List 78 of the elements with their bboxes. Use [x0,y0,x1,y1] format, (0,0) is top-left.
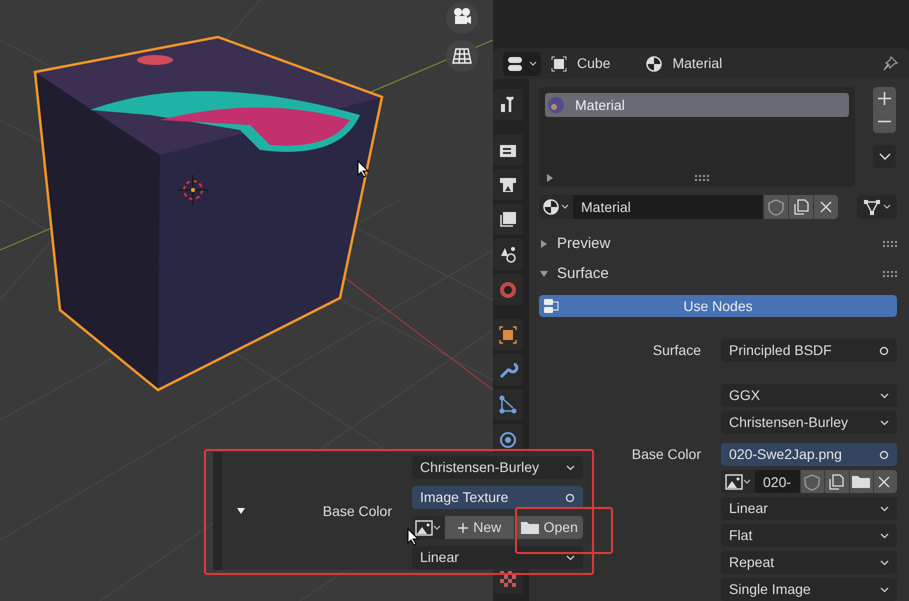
dropdown[interactable]: GGX [721,384,897,407]
material-icon [543,199,559,215]
socket-icon [879,346,889,356]
dropdown[interactable]: Single Image [721,578,897,601]
field-label: Base Color [322,502,392,520]
fake-user-button[interactable] [800,470,824,493]
open-button[interactable] [848,470,873,493]
chevron-icon [880,420,889,426]
breadcrumb[interactable]: Cube [577,53,610,74]
expand-triangle-icon[interactable] [545,173,555,183]
caret-icon [883,204,891,210]
dropdown[interactable]: Linear [721,497,897,520]
chevron-icon [878,152,890,160]
chevron-icon [566,464,575,470]
expand-triangle-icon[interactable] [539,239,549,249]
duplicate-icon [792,198,810,216]
field-label: Surface [652,341,701,360]
collapse-triangle-icon[interactable] [236,506,246,516]
dropdown[interactable]: Christensen-Burley [721,411,897,434]
fake-user-icon [767,198,785,216]
chevron-icon [880,532,889,538]
dropdown[interactable]: Christensen-Burley [412,456,583,479]
particles-tab-icon[interactable] [497,394,519,416]
specials-button[interactable] [873,145,896,168]
caret-icon [433,524,441,530]
chevron-icon [566,554,575,560]
object-icon [551,56,567,72]
dropdown[interactable]: Repeat [721,551,897,574]
panel-title[interactable]: Surface [557,262,875,286]
editor-type-button[interactable] [503,52,541,76]
dropdown[interactable]: Flat [721,524,897,547]
unlink-button[interactable] [813,195,838,219]
caret-icon [743,478,751,484]
cursor-icon [357,160,369,178]
sphere-icon [547,96,565,114]
use-nodes-button[interactable]: Use Nodes [539,295,897,317]
open-button[interactable]: Open [514,516,583,539]
dropdown[interactable]: Linear [412,546,583,569]
image-name-field[interactable]: 020- [755,470,800,493]
panel-title[interactable]: Preview [557,232,875,256]
breadcrumb[interactable]: Material [672,53,722,74]
material-name-field[interactable]: Material [573,195,763,219]
socket-icon [565,492,575,502]
collapse-triangle-icon[interactable] [539,269,549,279]
caret-icon [561,204,569,210]
socket-link-field[interactable]: Principled BSDF [721,339,897,362]
material-browse-button[interactable] [539,195,573,219]
camera-icon[interactable] [446,2,478,34]
material-icon [646,56,662,72]
chevron-icon [880,392,889,398]
grip-icon [695,175,709,181]
object-tab-icon[interactable] [497,324,519,346]
vertex-triangle-icon [863,198,881,216]
new-button[interactable]: New [445,516,514,539]
grid-icon[interactable] [446,40,478,72]
image-icon [415,518,433,536]
chevron-icon [880,586,889,592]
caret-icon [529,60,537,66]
fake-user-button[interactable] [763,195,788,219]
duplicate-button[interactable] [788,195,813,219]
grip-icon [883,271,897,277]
field-label: Base Color [632,445,701,464]
socket-link-field[interactable]: Image Texture [412,486,583,509]
cursor-icon [407,528,419,546]
material-slot[interactable]: Material [545,93,849,117]
shading-mode-button[interactable] [857,195,897,219]
unlink-button[interactable] [872,470,897,493]
plus-icon [457,522,470,534]
image-browse-button[interactable] [721,470,755,493]
chevron-icon [880,560,889,566]
socket-link-field[interactable]: 020-Swe2Jap.png [721,443,897,466]
image-browse-button[interactable] [412,516,444,539]
pin-icon[interactable] [881,54,899,72]
grip-icon [883,241,897,247]
chevron-icon [880,506,889,512]
image-icon [725,472,743,490]
socket-icon [879,450,889,460]
duplicate-button[interactable] [824,470,848,493]
